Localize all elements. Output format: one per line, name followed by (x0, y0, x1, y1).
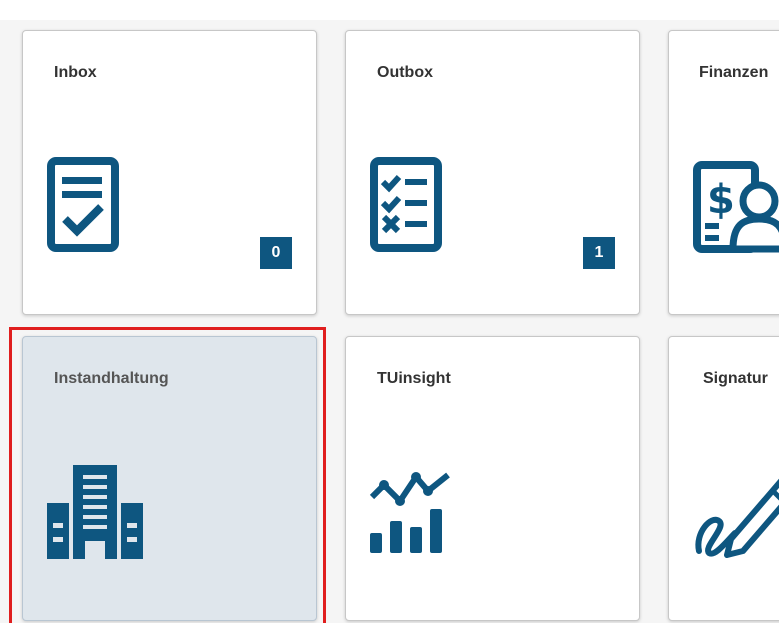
tile-title: Finanzen (699, 64, 769, 81)
tile-signatur[interactable]: Signatur (668, 336, 779, 621)
tile-title: Outbox (377, 64, 433, 81)
outbox-count-badge: 1 (583, 237, 615, 269)
tile-title: Instandhaltung (54, 370, 169, 387)
top-bar (0, 0, 779, 20)
inbox-count-badge: 0 (260, 237, 292, 269)
svg-text:$: $ (707, 177, 735, 223)
checklist-clipboard-icon (47, 157, 119, 252)
tile-inbox[interactable]: Inbox 0 (22, 30, 317, 315)
tile-instandhaltung[interactable]: Instandhaltung (22, 336, 317, 621)
tile-grid: Inbox 0 Outbox 1 Finanzen $ Instandhaltu… (0, 20, 779, 623)
tile-outbox[interactable]: Outbox 1 (345, 30, 640, 315)
finance-person-icon: $ (693, 161, 779, 253)
tile-title: Signatur (703, 370, 768, 387)
task-list-icon (370, 157, 442, 252)
building-icon (47, 465, 143, 559)
tile-title: TUinsight (377, 370, 451, 387)
analytics-chart-icon (369, 472, 450, 553)
signature-pen-icon (695, 478, 779, 558)
tile-finanzen[interactable]: Finanzen $ (668, 30, 779, 315)
tile-title: Inbox (54, 64, 97, 81)
tile-tuinsight[interactable]: TUinsight (345, 336, 640, 621)
